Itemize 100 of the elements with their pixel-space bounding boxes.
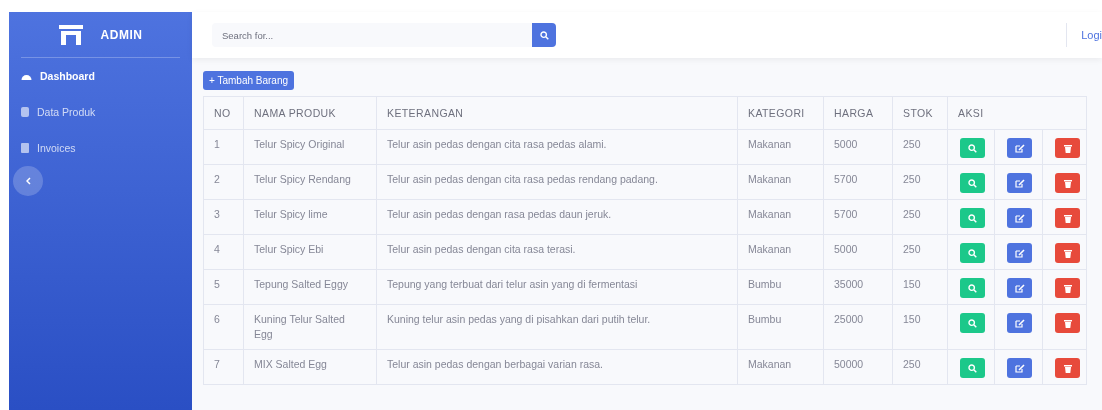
table-cell: Telur asin pedas dengan rasa pedas daun jeruk. [376,199,738,235]
zoom-in-icon [968,363,977,373]
table-cell: Makanan [737,349,824,385]
table-cell: Telur asin pedas dengan cita rasa pedas rendang padang. [376,164,738,200]
edit-icon [1014,178,1025,188]
delete-button[interactable] [1055,358,1080,378]
search-button[interactable] [532,23,556,47]
table-cell: Telur Spicy Rendang [243,164,377,200]
zoom-in-icon [968,283,977,293]
trash-icon [1063,283,1072,293]
chevron-left-icon [25,177,31,185]
table-cell: Tepung yang terbuat dari telur asin yang di fermentasi [376,269,738,305]
edit-icon [1014,143,1025,153]
column-header: KETERANGAN [376,96,738,130]
zoom-in-icon [968,213,977,223]
table-cell: 5700 [823,164,893,200]
table-cell: 250 [892,164,948,200]
store-icon [58,24,83,45]
table-cell: Kuning telur asin pedas yang di pisahkan dari putih telur. [376,304,738,350]
table-cell: 7 [203,349,244,385]
sidebar-item[interactable]: Data Produk [21,94,180,130]
edit-icon [1014,213,1025,223]
edit-icon [1014,363,1025,373]
collapse-toggle[interactable] [13,166,43,196]
table-cell: 25000 [823,304,893,350]
table-cell: 150 [892,304,948,350]
table-cell: MIX Salted Egg [243,349,377,385]
view-button[interactable] [960,358,985,378]
table-cell: 6 [203,304,244,350]
table-cell: Kuning Telur Salted Egg [243,304,377,350]
trash-icon [1063,318,1072,328]
column-header: NO [203,96,244,130]
table-cell: Makanan [737,199,824,235]
table-cell: Makanan [737,164,824,200]
table-cell: Telur asin pedas dengan cita rasa terasi. [376,234,738,270]
delete-button[interactable] [1055,278,1080,298]
table-cell: 250 [892,129,948,165]
zoom-in-icon [968,318,977,328]
table-cell: 3 [203,199,244,235]
table-cell: Bumbu [737,269,824,305]
table-cell: Makanan [737,234,824,270]
delete-button[interactable] [1055,243,1080,263]
add-item-button[interactable]: + Tambah Barang [203,71,295,90]
view-button[interactable] [960,138,985,158]
sidebar-item[interactable]: Dashboard [21,58,180,94]
table-cell: 1 [203,129,244,165]
column-header: NAMA PRODUK [243,96,377,130]
trash-icon [1063,143,1072,153]
edit-icon [1014,318,1025,328]
table-cell: 5000 [823,234,893,270]
edit-icon [1014,248,1025,258]
view-button[interactable] [960,278,985,298]
delete-button[interactable] [1055,208,1080,228]
view-button[interactable] [960,313,985,333]
column-header: KATEGORI [737,96,824,130]
view-button[interactable] [960,173,985,193]
search-field[interactable]: Search for... [212,23,532,47]
table-cell: 5 [203,269,244,305]
table-cell: 5000 [823,129,893,165]
table-cell: 5700 [823,199,893,235]
delete-button[interactable] [1055,138,1080,158]
delete-button[interactable] [1055,313,1080,333]
table-cell: Telur asin pedas dengan cita rasa pedas alami. [376,129,738,165]
zoom-in-icon [968,248,977,258]
brand-name: ADMIN [100,27,143,42]
file-icon [21,143,29,153]
table-cell: 150 [892,269,948,305]
table-cell: Tepung Salted Eggy [243,269,377,305]
table-cell: 2 [203,164,244,200]
table-cell: 4 [203,234,244,270]
view-button[interactable] [960,243,985,263]
login-link[interactable]: Logi [1066,23,1102,47]
table-cell: Telur Spicy lime [243,199,377,235]
view-button[interactable] [960,208,985,228]
zoom-in-icon [968,178,977,188]
table-cell: 250 [892,349,948,385]
delete-button[interactable] [1055,173,1080,193]
search-icon [539,30,549,40]
table-cell: Makanan [737,129,824,165]
trash-icon [1063,213,1072,223]
database-icon [21,107,29,117]
table-cell: Telur Spicy Ebi [243,234,377,270]
table-cell: 250 [892,199,948,235]
edit-button[interactable] [1007,358,1032,378]
edit-icon [1014,283,1025,293]
table-cell: 250 [892,234,948,270]
trash-icon [1063,363,1072,373]
edit-button[interactable] [1007,138,1032,158]
zoom-in-icon [968,143,977,153]
table-cell: Telur asin pedas dengan berbagai varian rasa. [376,349,738,385]
column-header: AKSI [947,96,1087,130]
table-cell: Telur Spicy Original [243,129,377,165]
edit-button[interactable] [1007,278,1032,298]
trash-icon [1063,178,1072,188]
table-cell: 50000 [823,349,893,385]
edit-button[interactable] [1007,208,1032,228]
sidebar-item[interactable]: Invoices [21,130,180,166]
edit-button[interactable] [1007,243,1032,263]
edit-button[interactable] [1007,313,1032,333]
edit-button[interactable] [1007,173,1032,193]
